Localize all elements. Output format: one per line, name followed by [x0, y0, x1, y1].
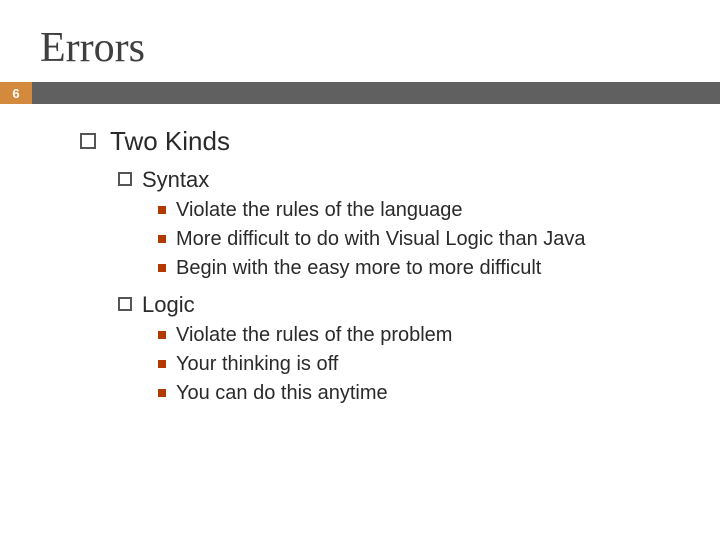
- page-number-chip: 6: [0, 82, 32, 104]
- square-filled-icon: [158, 264, 166, 272]
- level3-text: Begin with the easy more to more difficu…: [176, 257, 541, 279]
- level3-text: Violate the rules of the language: [176, 199, 463, 221]
- level1-text: Two Kinds: [110, 126, 230, 156]
- bullet-level3: You can do this anytime: [158, 380, 680, 407]
- level2-text: Syntax: [142, 167, 209, 192]
- bullet-level2: Syntax: [118, 167, 680, 193]
- slide-title: Errors: [0, 0, 720, 82]
- bullet-level3: Violate the rules of the problem: [158, 322, 680, 349]
- title-bar-fill: [32, 82, 720, 104]
- title-bar: 6: [0, 82, 720, 104]
- slide: Errors 6 Two Kinds Syntax Violate the ru…: [0, 0, 720, 540]
- square-filled-icon: [158, 389, 166, 397]
- square-filled-icon: [158, 360, 166, 368]
- level3-text: Violate the rules of the problem: [176, 324, 452, 346]
- square-filled-icon: [158, 331, 166, 339]
- bullet-level3: Your thinking is off: [158, 351, 680, 378]
- bullet-level3: Violate the rules of the language: [158, 197, 680, 224]
- level3-text: You can do this anytime: [176, 382, 388, 404]
- square-filled-icon: [158, 235, 166, 243]
- content-area: Two Kinds Syntax Violate the rules of th…: [0, 104, 720, 407]
- bullet-level3: More difficult to do with Visual Logic t…: [158, 226, 680, 253]
- square-open-icon: [118, 297, 132, 311]
- level3-text: More difficult to do with Visual Logic t…: [176, 228, 586, 250]
- level2-text: Logic: [142, 292, 195, 317]
- bullet-level3: Begin with the easy more to more difficu…: [158, 255, 680, 282]
- square-open-icon: [118, 172, 132, 186]
- square-filled-icon: [158, 206, 166, 214]
- bullet-level2: Logic: [118, 292, 680, 318]
- level3-text: Your thinking is off: [176, 353, 338, 375]
- bullet-level1: Two Kinds: [80, 126, 680, 157]
- square-open-icon: [80, 133, 96, 149]
